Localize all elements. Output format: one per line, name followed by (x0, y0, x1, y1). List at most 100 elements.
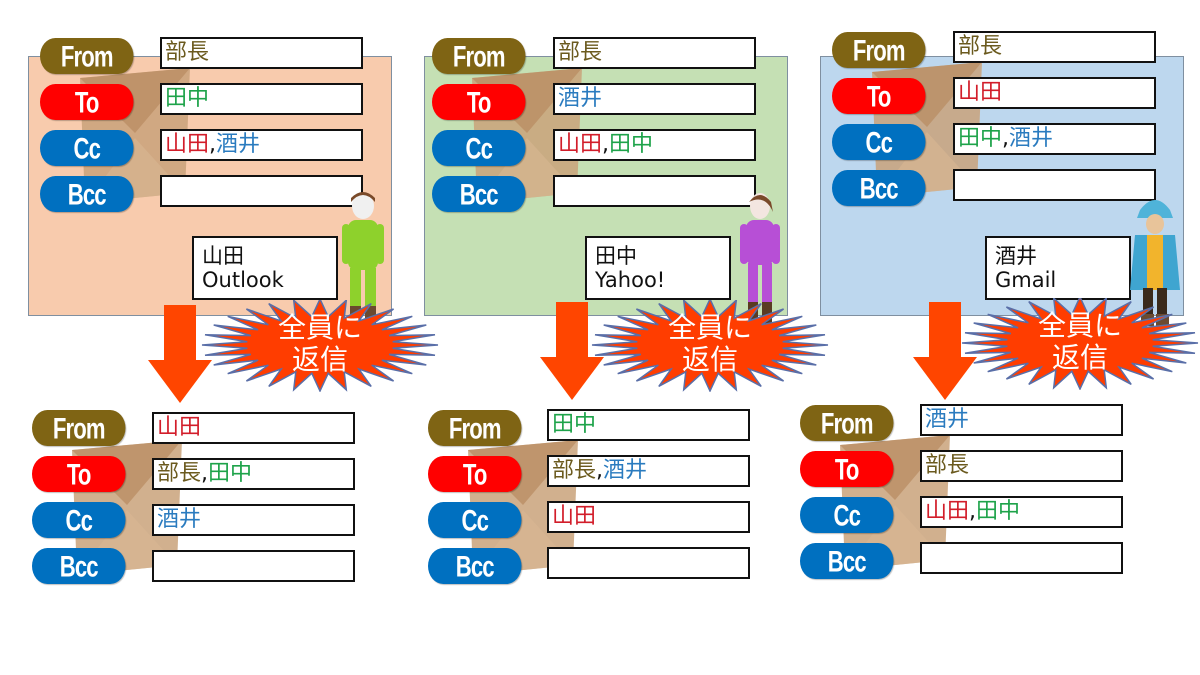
cc-label-text: Cc (833, 497, 861, 532)
reply-all-label: 全員に 返信 (1020, 310, 1140, 374)
cc-label-text: Cc (465, 130, 493, 165)
to-label-pill: To (428, 456, 522, 492)
reply-all-line2: 返信 (291, 343, 348, 376)
recipient-name: 部長 (558, 40, 603, 65)
cc-label-pill: Cc (800, 497, 894, 533)
cc-field: 山田,酒井 (160, 129, 363, 161)
to-label-pill: To (832, 78, 926, 114)
reply-all-line1: 全員に (1037, 309, 1122, 342)
bcc-label-text: Bcc (859, 170, 899, 205)
recipient-name: 酒井 (157, 507, 202, 532)
from-field: 山田 (152, 412, 355, 444)
recipient-name: 酒井 (995, 244, 1037, 268)
recipient-name: 部長 (552, 458, 597, 483)
reply-all-burst: 全員に 返信 (200, 297, 440, 396)
to-label-text: To (74, 84, 100, 119)
recipient-name: 田中 (609, 132, 654, 157)
cc-field: 山田,田中 (553, 129, 756, 161)
from-label-pill: From (832, 32, 926, 68)
cc-label-text: Cc (865, 124, 893, 159)
reply-all-line2: 返信 (681, 343, 738, 376)
to-label-text: To (462, 456, 488, 491)
to-field: 部長,田中 (152, 458, 355, 490)
bcc-label-pill: Bcc (32, 548, 126, 584)
from-label-text: From (60, 38, 114, 73)
cc-field: 山田,田中 (920, 496, 1123, 528)
to-label-text: To (466, 84, 492, 119)
from-field: 部長 (553, 37, 756, 69)
bcc-field (553, 175, 756, 207)
bcc-label-pill: Bcc (800, 543, 894, 579)
mail-client-name: Outlook (202, 268, 284, 292)
cc-label-pill: Cc (832, 124, 926, 160)
from-label-text: From (452, 38, 506, 73)
recipient-name: 田中 (208, 461, 253, 486)
reply-all-line2: 返信 (1051, 341, 1108, 374)
to-label-pill: To (432, 84, 526, 120)
recipient-name: 酒井 (216, 132, 261, 157)
to-field: 山田 (953, 77, 1156, 109)
recipient-name: 山田 (552, 504, 597, 529)
recipient-name: 部長 (157, 461, 202, 486)
from-label-text: From (852, 32, 906, 67)
recipient-client-label: 山田 Outlook (192, 236, 338, 300)
separator-comma: , (969, 499, 977, 524)
cc-label-pill: Cc (432, 130, 526, 166)
to-field: 田中 (160, 83, 363, 115)
recipient-name: 酒井 (1009, 126, 1054, 151)
reply-all-burst: 全員に 返信 (960, 295, 1200, 394)
from-label-pill: From (800, 405, 894, 441)
bcc-label-pill: Bcc (832, 170, 926, 206)
from-label-text: From (52, 410, 106, 445)
bcc-label-pill: Bcc (428, 548, 522, 584)
separator-comma: , (1002, 126, 1010, 151)
to-field: 酒井 (553, 83, 756, 115)
recipient-name: 田中 (552, 412, 597, 437)
recipient-name: 田中 (595, 244, 637, 268)
separator-comma: , (596, 458, 604, 483)
to-field: 部長,酒井 (547, 455, 750, 487)
bcc-field (160, 175, 363, 207)
from-field: 田中 (547, 409, 750, 441)
to-label-text: To (834, 451, 860, 486)
from-label-pill: From (432, 38, 526, 74)
to-label-pill: To (32, 456, 126, 492)
to-label-text: To (66, 456, 92, 491)
from-label-text: From (820, 405, 874, 440)
cc-label-text: Cc (461, 502, 489, 537)
reply-all-burst: 全員に 返信 (590, 297, 830, 396)
recipient-name: 山田 (165, 132, 210, 157)
bcc-label-text: Bcc (455, 548, 495, 583)
bcc-field (547, 547, 750, 579)
bcc-label-text: Bcc (59, 548, 99, 583)
from-label-pill: From (32, 410, 126, 446)
bcc-label-pill: Bcc (432, 176, 526, 212)
recipient-name: 田中 (958, 126, 1003, 151)
reply-all-line1: 全員に (277, 311, 362, 344)
recipient-name: 山田 (202, 244, 244, 268)
to-label-pill: To (800, 451, 894, 487)
from-label-text: From (448, 410, 502, 445)
cc-field: 山田 (547, 501, 750, 533)
bcc-label-text: Bcc (827, 543, 867, 578)
reply-all-label: 全員に 返信 (650, 312, 770, 376)
recipient-name: 酒井 (558, 86, 603, 111)
to-label-text: To (866, 78, 892, 113)
recipient-name: 山田 (925, 499, 970, 524)
recipient-name: 山田 (157, 415, 202, 440)
to-field: 部長 (920, 450, 1123, 482)
bcc-label-text: Bcc (459, 176, 499, 211)
cc-label-pill: Cc (428, 502, 522, 538)
mail-client-name: Gmail (995, 268, 1057, 292)
recipient-name: 部長 (958, 34, 1003, 59)
cc-field: 田中,酒井 (953, 123, 1156, 155)
cc-label-pill: Cc (32, 502, 126, 538)
recipient-name: 山田 (958, 80, 1003, 105)
cc-label-text: Cc (65, 502, 93, 537)
from-field: 部長 (160, 37, 363, 69)
bcc-field (152, 550, 355, 582)
separator-comma: , (209, 132, 217, 157)
mail-client-name: Yahoo! (595, 268, 666, 292)
recipient-name: 部長 (165, 40, 210, 65)
separator-comma: , (602, 132, 610, 157)
